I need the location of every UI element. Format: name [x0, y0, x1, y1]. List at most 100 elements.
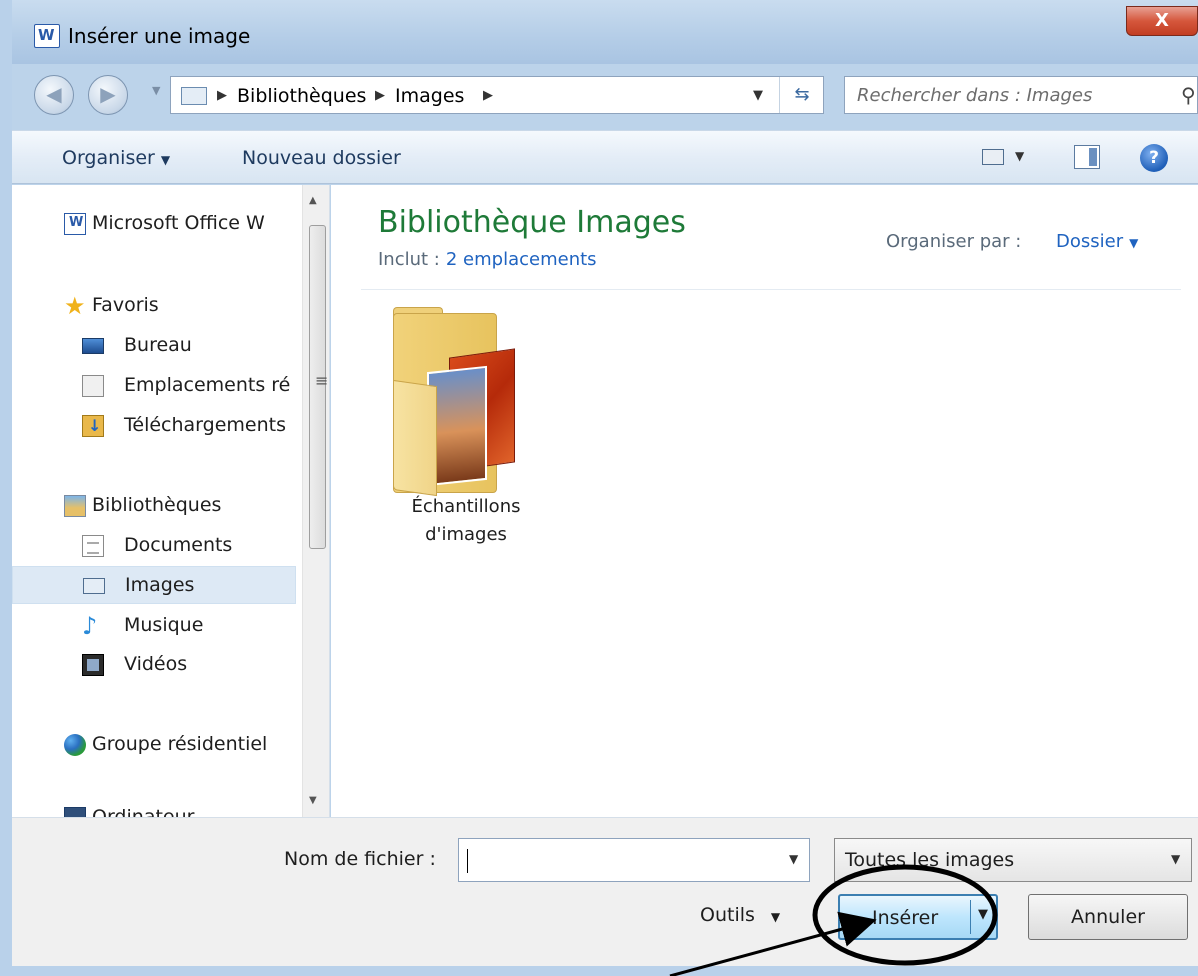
sidebar-item-videos[interactable]: Vidéos [12, 646, 296, 684]
includes-locations-link[interactable]: 2 emplacements [446, 249, 597, 270]
library-includes: Inclut : 2 emplacements [378, 249, 597, 270]
forward-button[interactable]: ▶ [88, 75, 128, 115]
text-cursor [467, 849, 468, 873]
filename-input[interactable]: ▼ [458, 838, 810, 882]
computer-icon [64, 807, 86, 817]
sidebar-item-music[interactable]: ♪ Musique [12, 607, 296, 645]
breadcrumb-separator-icon[interactable]: ▶ [217, 88, 227, 103]
sidebar-item-label: Musique [124, 614, 204, 636]
arrange-by-dropdown[interactable]: Dossier ▼ [1056, 231, 1138, 252]
tools-caret-icon: ▼ [770, 910, 781, 924]
sidebar-item-favorites[interactable]: ★ Favoris [12, 287, 296, 325]
library-icon [64, 495, 86, 517]
word-app-icon [34, 24, 60, 48]
search-box[interactable]: Rechercher dans : Images ⚲ [844, 76, 1198, 114]
command-bar: Organiser ▼ Nouveau dossier ▼ ? [12, 130, 1198, 184]
sidebar-item-label: Bureau [124, 334, 192, 356]
insert-label: Insérer [872, 907, 939, 929]
sidebar-item-computer[interactable]: Ordinateur [12, 799, 296, 817]
change-view-icon[interactable] [982, 149, 1004, 165]
new-folder-button[interactable]: Nouveau dossier [242, 147, 401, 169]
places-icon [82, 375, 104, 397]
sidebar-item-label: Images [125, 574, 195, 596]
folder-label-line1: Échantillons [411, 496, 521, 517]
file-type-dropdown-icon[interactable]: ▼ [1171, 852, 1180, 866]
sidebar-item-libraries[interactable]: Bibliothèques [12, 487, 296, 525]
folder-label: Échantillons d'images [371, 493, 561, 549]
navigation-scrollbar[interactable]: ▲ ▼ [302, 185, 329, 817]
sidebar-item-recent-places[interactable]: Emplacements ré [12, 367, 296, 405]
insert-image-dialog: Insérer une image X ◀ ▶ ▼ ▶ Bibliothèque… [0, 0, 1198, 976]
navigation-bar: ◀ ▶ ▼ ▶ Bibliothèques ▶ Images ▶ ▼ ⇆ Rec… [12, 68, 1198, 120]
desktop-icon [82, 338, 104, 354]
sidebar-item-label: Vidéos [124, 653, 188, 675]
window-title: Insérer une image [68, 24, 251, 48]
sidebar-item-label: Téléchargements [124, 414, 286, 436]
address-dropdown-icon[interactable]: ▼ [753, 88, 763, 103]
address-bar[interactable]: ▶ Bibliothèques ▶ Images ▶ ▼ ⇆ [170, 76, 824, 114]
sidebar-item-homegroup[interactable]: Groupe résidentiel [12, 726, 296, 764]
file-list-pane: Bibliothèque Images Inclut : 2 emplacemen… [331, 185, 1198, 817]
filename-label: Nom de fichier : [284, 848, 436, 870]
help-icon[interactable]: ? [1140, 144, 1168, 172]
recent-pages-dropdown-icon[interactable]: ▼ [152, 84, 160, 97]
folder-label-line2: d'images [425, 524, 507, 545]
sidebar-item-desktop[interactable]: Bureau [12, 327, 296, 365]
breadcrumb-separator-icon[interactable]: ▶ [375, 88, 385, 103]
includes-label: Inclut : [378, 249, 440, 270]
organize-caret-icon: ▼ [160, 153, 171, 167]
back-button[interactable]: ◀ [34, 75, 74, 115]
insert-button[interactable]: Insérer ▼ [838, 894, 998, 940]
arrange-caret-icon: ▼ [1129, 236, 1139, 250]
dialog-footer: Nom de fichier : ▼ Toutes les images ▼ O… [12, 817, 1198, 966]
breadcrumb-images[interactable]: Images [395, 85, 464, 107]
office-icon [64, 213, 86, 235]
sidebar-item-label: Documents [124, 534, 233, 556]
organize-label: Organiser [62, 147, 155, 169]
header-divider [361, 289, 1181, 290]
scroll-down-icon[interactable]: ▼ [309, 795, 317, 806]
sidebar-item-label: Favoris [92, 294, 159, 316]
sidebar-item-label: Microsoft Office W [92, 212, 265, 234]
folder-front-flap [393, 379, 437, 497]
sidebar-item-office[interactable]: Microsoft Office W [12, 205, 296, 243]
document-icon [82, 535, 104, 557]
star-icon: ★ [64, 292, 86, 320]
insert-split-divider [970, 900, 971, 934]
tools-label: Outils [700, 904, 755, 926]
images-icon [83, 578, 105, 594]
tools-menu[interactable]: Outils ▼ [700, 904, 780, 926]
images-folder-icon [181, 87, 207, 105]
navigation-pane: Microsoft Office W ★ Favoris Bureau Empl… [12, 185, 330, 817]
preview-pane-icon[interactable] [1074, 145, 1100, 169]
filename-history-dropdown-icon[interactable]: ▼ [789, 852, 798, 866]
sidebar-item-downloads[interactable]: Téléchargements [12, 407, 296, 445]
file-type-value: Toutes les images [845, 849, 1015, 871]
close-button[interactable]: X [1126, 6, 1198, 36]
sidebar-item-label: Bibliothèques [92, 494, 222, 516]
search-placeholder: Rechercher dans : Images [857, 85, 1093, 106]
video-icon [82, 654, 104, 676]
scroll-up-icon[interactable]: ▲ [309, 195, 317, 206]
view-options-dropdown-icon[interactable]: ▼ [1015, 149, 1024, 163]
back-arrow-icon: ◀ [46, 82, 62, 106]
breadcrumb-libraries[interactable]: Bibliothèques [237, 85, 366, 107]
arrange-by-label: Organiser par : [886, 231, 1022, 252]
sidebar-item-images[interactable]: Images [12, 566, 296, 604]
scroll-grip-icon: ≡ [315, 371, 329, 390]
downloads-icon [82, 415, 104, 437]
breadcrumb-separator-icon[interactable]: ▶ [483, 88, 493, 103]
file-type-select[interactable]: Toutes les images ▼ [834, 838, 1192, 882]
cancel-button[interactable]: Annuler [1028, 894, 1188, 940]
organize-menu[interactable]: Organiser ▼ [62, 147, 170, 169]
library-title: Bibliothèque Images [378, 205, 686, 240]
search-icon[interactable]: ⚲ [1181, 83, 1196, 107]
sidebar-item-label: Ordinateur [92, 806, 195, 817]
forward-arrow-icon: ▶ [100, 82, 116, 106]
sidebar-item-documents[interactable]: Documents [12, 527, 296, 565]
insert-options-dropdown-icon[interactable]: ▼ [978, 907, 988, 922]
sidebar-item-label: Emplacements ré [124, 374, 291, 396]
refresh-icon[interactable]: ⇆ [779, 77, 824, 113]
sample-pictures-folder[interactable]: Échantillons d'images [371, 303, 561, 563]
sidebar-item-label: Groupe résidentiel [92, 733, 268, 755]
